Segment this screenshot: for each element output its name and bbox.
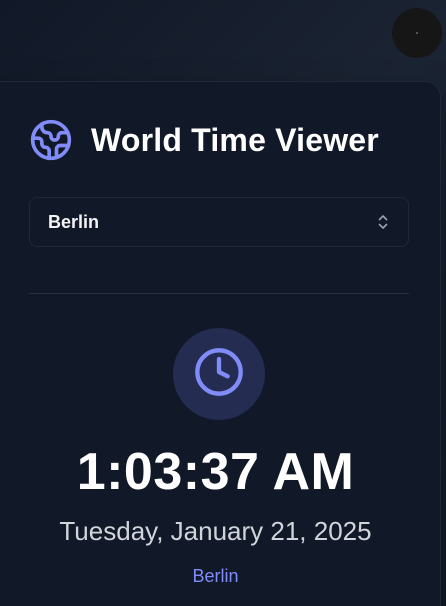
current-date: Tuesday, January 21, 2025 xyxy=(59,516,372,546)
current-time: 1:03:37 AM xyxy=(76,443,355,501)
globe-icon xyxy=(29,118,73,162)
timezone-select[interactable]: Berlin xyxy=(29,197,409,247)
world-time-card: World Time Viewer Berlin 1:03:37 AM Tues… xyxy=(0,81,441,606)
theme-toggle-button[interactable] xyxy=(392,8,442,58)
chevrons-up-down-icon xyxy=(376,212,390,232)
clock-icon-badge xyxy=(173,328,265,420)
current-city: Berlin xyxy=(192,566,239,586)
timezone-select-value: Berlin xyxy=(48,211,100,232)
clock-icon xyxy=(193,346,245,403)
theme-toggle-icon xyxy=(416,32,418,34)
divider xyxy=(29,293,409,294)
page-title: World Time Viewer xyxy=(91,121,379,158)
header: World Time Viewer xyxy=(29,118,379,162)
